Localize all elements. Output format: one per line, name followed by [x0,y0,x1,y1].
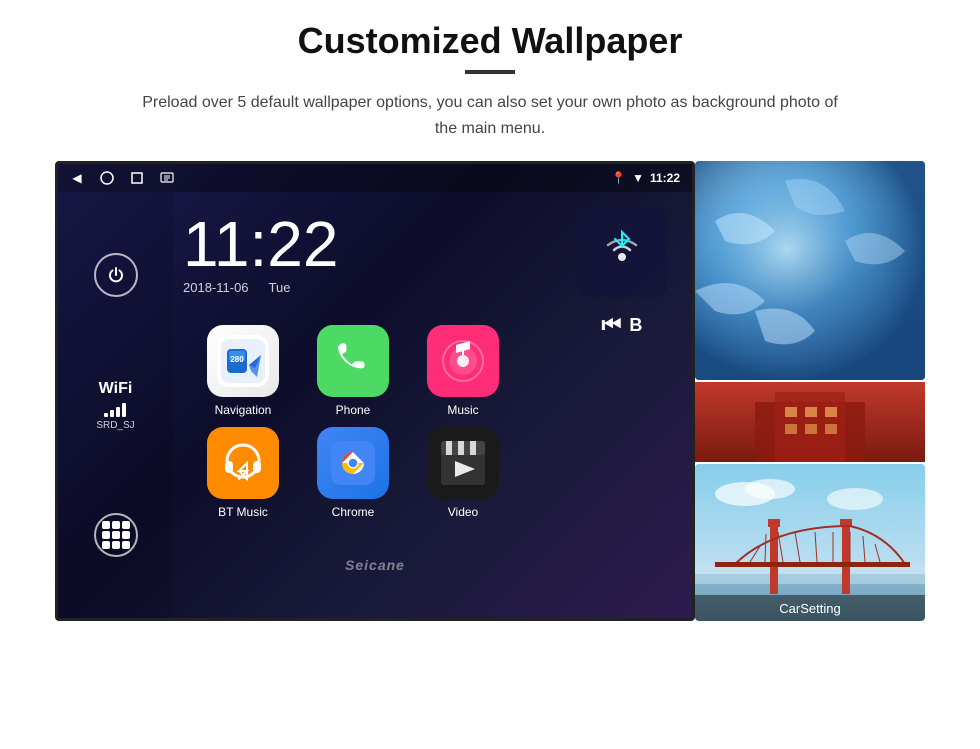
page-title: Customized Wallpaper [298,20,683,62]
wifi-bars [104,401,126,417]
app-label-navigation: Navigation [215,403,272,417]
wallpaper-thumb-building[interactable] [695,382,925,462]
status-right: 📍 ▼ 11:22 [611,171,680,185]
app-label-video: Video [448,505,478,519]
app-label-phone: Phone [336,403,371,417]
power-button[interactable] [94,253,138,297]
wifi-bar-2 [110,410,114,417]
app-icon-video [427,427,499,499]
home-icon[interactable] [100,171,114,185]
wifi-bar-4 [122,403,126,417]
wallpaper-thumbnails: CarSetting [695,161,925,621]
track-label: B [629,315,642,336]
app-label-music: Music [447,403,478,417]
back-icon[interactable]: ◀ [70,171,84,185]
apps-grid-button[interactable] [94,513,138,557]
page-subtitle: Preload over 5 default wallpaper options… [140,90,840,141]
app-item-btmusic[interactable]: BT Music [193,427,293,519]
clock-date-value: 2018-11-06 [183,280,249,295]
wifi-label: WiFi [99,380,133,398]
app-icon-btmusic [207,427,279,499]
nav-icons: ◀ [70,171,174,185]
sidebar: WiFi SRD_SJ [58,192,173,618]
widget-area: ⏮ B [552,192,692,618]
title-divider [465,70,515,74]
app-item-navigation[interactable]: 280 Navigation [193,325,293,417]
wifi-ssid: SRD_SJ [96,420,134,431]
app-item-chrome[interactable]: Chrome [303,427,403,519]
page-wrapper: Customized Wallpaper Preload over 5 defa… [0,0,980,749]
app-label-chrome: Chrome [332,505,375,519]
clock-time: 11:22 [183,212,338,276]
wallpaper-thumb-bridge[interactable]: CarSetting [695,464,925,621]
location-icon: 📍 [611,171,626,185]
svg-text:Seicane: Seicane [345,557,405,573]
app-grid: 280 Navigation [183,315,523,529]
media-controls: ⏮ B [602,312,643,338]
status-bar: ◀ 📍 ▼ 11:22 [58,164,692,192]
app-icon-phone [317,325,389,397]
app-item-music[interactable]: Music [413,325,513,417]
wifi-widget[interactable] [577,207,667,297]
app-label-btmusic: BT Music [218,505,268,519]
carsetting-label[interactable]: CarSetting [695,595,925,621]
apps-grid-icon [102,521,130,549]
wifi-bar-1 [104,413,108,417]
wifi-block[interactable]: WiFi SRD_SJ [96,380,134,431]
svg-text:280: 280 [230,355,244,364]
screenshot-icon[interactable] [160,171,174,185]
device-area: ◀ 📍 ▼ 11:22 [55,161,925,631]
prev-track[interactable]: ⏮ [602,312,622,338]
android-screen: ◀ 📍 ▼ 11:22 [55,161,695,621]
wallpaper-thumb-ice[interactable] [695,161,925,380]
app-icon-chrome [317,427,389,499]
app-item-video[interactable]: Video [413,427,513,519]
clock-date: 2018-11-06 Tue [183,280,290,295]
recents-icon[interactable] [130,171,144,185]
signal-icon: ▼ [632,171,644,185]
app-icon-music [427,325,499,397]
wifi-bar-3 [116,407,120,417]
app-item-phone[interactable]: Phone [303,325,403,417]
app-icon-navigation: 280 [207,325,279,397]
watermark: Seicane [300,555,450,578]
clock-status: 11:22 [650,171,680,185]
clock-day-value: Tue [269,280,291,295]
